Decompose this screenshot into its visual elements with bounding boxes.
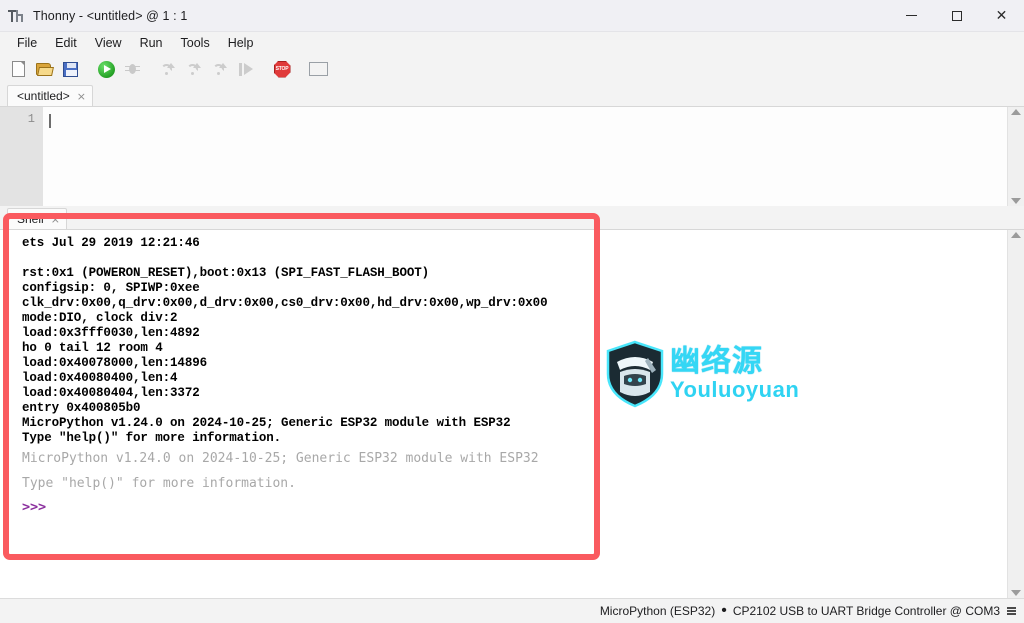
ukraine-flag-icon xyxy=(308,62,328,76)
close-button[interactable]: ✕ xyxy=(979,0,1024,31)
line-number: 1 xyxy=(27,112,35,126)
text-caret xyxy=(49,113,51,128)
save-file-button[interactable] xyxy=(58,57,82,81)
save-disk-icon xyxy=(62,61,78,77)
status-interpreter[interactable]: MicroPython (ESP32) xyxy=(600,604,715,618)
menu-tools[interactable]: Tools xyxy=(172,34,219,53)
debug-script-button[interactable] xyxy=(120,57,144,81)
resume-icon xyxy=(238,62,254,76)
scroll-down-icon[interactable] xyxy=(1011,198,1021,204)
shell-tab[interactable]: Shell × xyxy=(7,208,67,229)
shell-line: load:0x3fff0030,len:4892 xyxy=(22,326,200,340)
shell-prompt[interactable]: >>> xyxy=(22,496,1007,518)
shell-line: configsip: 0, SPIWP:0xee xyxy=(22,281,200,295)
stop-label: STOP xyxy=(275,66,289,72)
shell-line: mode:DIO, clock div:2 xyxy=(22,311,178,325)
scroll-up-icon[interactable] xyxy=(1011,109,1021,115)
shell-line: clk_drv:0x00,q_drv:0x00,d_drv:0x00,cs0_d… xyxy=(22,296,548,310)
editor-body: 1 xyxy=(0,106,1024,206)
shell-tabstrip: Shell × xyxy=(0,206,1024,229)
minimize-icon xyxy=(906,15,917,16)
shell-banner-line: MicroPython v1.24.0 on 2024-10-25; Gener… xyxy=(22,451,539,466)
title-bar: Thonny - <untitled> @ 1 : 1 ✕ xyxy=(0,0,1024,32)
menu-view[interactable]: View xyxy=(86,34,131,53)
step-into-button[interactable] xyxy=(182,57,206,81)
status-bar: MicroPython (ESP32) • CP2102 USB to UART… xyxy=(0,598,1024,623)
open-file-button[interactable] xyxy=(32,57,56,81)
status-device[interactable]: CP2102 USB to UART Bridge Controller @ C… xyxy=(733,604,1000,618)
status-separator: • xyxy=(721,602,727,619)
editor-text-area[interactable] xyxy=(43,107,1007,206)
editor-tab-untitled[interactable]: <untitled> × xyxy=(7,85,93,106)
shell-line: rst:0x1 (POWERON_RESET),boot:0x13 (SPI_F… xyxy=(22,266,430,280)
maximize-button[interactable] xyxy=(934,0,979,31)
scroll-up-icon[interactable] xyxy=(1011,232,1021,238)
thonny-window: Thonny - <untitled> @ 1 : 1 ✕ File Edit … xyxy=(0,0,1024,623)
shell-banner-line: Type "help()" for more information. xyxy=(22,476,296,491)
debug-bug-icon xyxy=(124,62,140,76)
shell-line: load:0x40080400,len:4 xyxy=(22,371,178,385)
shell-panel: Shell × ets Jul 29 2019 12:21:46 rst:0x1… xyxy=(0,206,1024,598)
shell-body: ets Jul 29 2019 12:21:46 rst:0x1 (POWERO… xyxy=(0,229,1024,598)
resume-button[interactable] xyxy=(234,57,258,81)
shell-output[interactable]: ets Jul 29 2019 12:21:46 rst:0x1 (POWERO… xyxy=(0,230,1007,598)
maximize-icon xyxy=(951,10,962,21)
shell-line: load:0x40080404,len:3372 xyxy=(22,386,200,400)
run-play-icon xyxy=(97,60,115,78)
menu-run[interactable]: Run xyxy=(131,34,172,53)
window-controls: ✕ xyxy=(889,0,1024,31)
scroll-down-icon[interactable] xyxy=(1011,590,1021,596)
run-script-button[interactable] xyxy=(94,57,118,81)
support-ukraine-button[interactable] xyxy=(306,57,330,81)
stop-button[interactable]: STOP xyxy=(270,57,294,81)
new-file-icon xyxy=(11,61,25,77)
editor-gutter: 1 xyxy=(0,107,43,206)
menu-edit[interactable]: Edit xyxy=(46,34,86,53)
step-over-button[interactable] xyxy=(156,57,180,81)
editor-tab-close-icon[interactable]: × xyxy=(77,91,86,102)
shell-line: load:0x40078000,len:14896 xyxy=(22,356,208,370)
step-over-icon xyxy=(160,62,176,76)
editor-tab-label: <untitled> xyxy=(17,89,70,103)
shell-line: MicroPython v1.24.0 on 2024-10-25; Gener… xyxy=(22,416,511,430)
editor-panel: <untitled> × 1 xyxy=(0,84,1024,206)
stop-octagon-icon: STOP xyxy=(273,60,291,78)
shell-line: ets Jul 29 2019 12:21:46 xyxy=(22,236,200,250)
editor-scrollbar[interactable] xyxy=(1007,107,1024,206)
menu-file[interactable]: File xyxy=(8,34,46,53)
close-icon: ✕ xyxy=(995,7,1008,24)
menu-help[interactable]: Help xyxy=(219,34,263,53)
window-title: Thonny - <untitled> @ 1 : 1 xyxy=(33,8,188,23)
status-menu-icon[interactable] xyxy=(1007,607,1016,615)
shell-line: Type "help()" for more information. xyxy=(22,431,282,445)
new-file-button[interactable] xyxy=(6,57,30,81)
shell-tab-label: Shell xyxy=(17,212,44,226)
thonny-logo-icon xyxy=(8,8,24,24)
open-folder-icon xyxy=(35,62,54,76)
editor-tabstrip: <untitled> × xyxy=(0,84,1024,106)
step-out-button[interactable] xyxy=(208,57,232,81)
step-out-icon xyxy=(212,62,228,76)
shell-scrollbar[interactable] xyxy=(1007,230,1024,598)
shell-line: entry 0x400805b0 xyxy=(22,401,141,415)
minimize-button[interactable] xyxy=(889,0,934,31)
shell-tab-close-icon[interactable]: × xyxy=(51,214,60,225)
menu-bar: File Edit View Run Tools Help xyxy=(0,32,1024,54)
step-into-icon xyxy=(186,62,202,76)
shell-line: ho 0 tail 12 room 4 xyxy=(22,341,163,355)
toolbar: STOP xyxy=(0,54,1024,84)
